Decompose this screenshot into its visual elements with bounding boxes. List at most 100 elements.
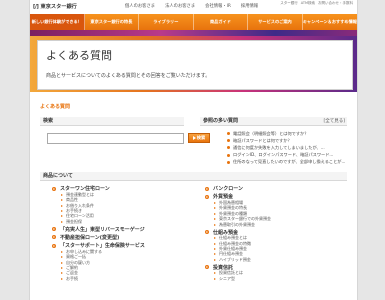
products-title-label: 商品について: [43, 173, 73, 179]
product-sub-link[interactable]: 預金担保: [52, 219, 197, 224]
faq-item[interactable]: 通信に何度か失敗を入力してしまいましたが、...: [227, 144, 347, 151]
caret-right-icon: [61, 193, 63, 196]
caret-right-icon: [214, 277, 216, 280]
caret-right-icon: [61, 215, 63, 218]
logo-mark: [/]: [33, 3, 39, 10]
bullet-icon: [227, 153, 230, 157]
faq-list: 電話照会（明細照会等）とは何ですか？ 暗証パスワードとは何ですか？ 通信に何度か…: [227, 130, 347, 166]
caret-right-icon: [61, 220, 63, 223]
arrow-right-icon: [205, 186, 209, 191]
top-link-recruit[interactable]: 採用情報: [241, 3, 258, 9]
product-category[interactable]: 不動産担保ローン(変更型): [52, 234, 197, 241]
products-right-column: バンクローン 外貨預金 外国為替相場 外貨預金の特長 外貨預金の種類 東京スター銀行での外…: [205, 184, 345, 281]
product-category-label: バンクローン: [213, 186, 244, 193]
product-category-label: 不動産担保ローン(変更型): [60, 234, 120, 241]
product-category[interactable]: バンクローン: [205, 185, 345, 192]
top-link-company-ir[interactable]: 会社情報・IR: [205, 3, 231, 9]
product-category[interactable]: 「充実人生」東型リバースモーゲージ: [52, 226, 197, 233]
caret-right-icon: [61, 250, 63, 253]
search-input[interactable]: [47, 133, 184, 144]
arrow-right-icon: [52, 235, 56, 240]
caret-right-icon: [61, 272, 63, 275]
search-section-title: 検索: [40, 117, 184, 126]
global-nav: 新しい銀行体験ができる！ 東京スター銀行の特長 ライブラリー 商品ガイド サービ…: [30, 14, 357, 30]
utility-link-star[interactable]: スター銀行: [280, 1, 298, 6]
caret-right-icon: [61, 277, 63, 280]
nav-item-campaign[interactable]: キャンペーン＆おすすめ情報: [303, 14, 357, 30]
caret-right-icon: [61, 210, 63, 213]
caret-right-icon: [214, 242, 216, 245]
caret-right-icon: [214, 247, 216, 250]
arrow-right-icon: [205, 194, 209, 199]
product-sub-label: 預金担保: [66, 218, 82, 224]
nav-item-product-guide[interactable]: 商品ガイド: [194, 14, 249, 30]
bullet-icon: [227, 160, 230, 164]
top-link-personal[interactable]: 個人のお客さま: [125, 3, 155, 9]
faq-item-label: 電話照会（明細照会等）とは何ですか？: [233, 130, 309, 136]
caret-right-icon: [214, 223, 216, 226]
logo-name: 東京スター銀行: [40, 4, 77, 10]
arrow-right-icon: [52, 243, 56, 248]
faq-item-label: 通信に何度か失敗を入力してしまいましたが、...: [233, 144, 325, 150]
faq-more-link[interactable]: [全て見る]: [323, 117, 345, 126]
logo[interactable]: [/] 東京スター銀行: [33, 3, 77, 11]
bullet-icon: [227, 132, 230, 136]
arrow-right-icon: [205, 265, 209, 270]
faq-item-label: ログインID、ログインパスワード、暗証パスワード...: [233, 152, 334, 158]
top-links: 個人のお客さま 法人のお客さま 会社情報・IR 採用情報: [125, 3, 258, 9]
caret-right-icon: [61, 256, 63, 259]
caret-right-icon: [61, 266, 63, 269]
nav-item-new-experience[interactable]: 新しい銀行体験ができる！: [30, 14, 85, 30]
faq-item-label: 暗証パスワードとは何ですか？: [233, 137, 292, 143]
product-sub-label: ハイブリッド預金: [219, 256, 251, 262]
caret-right-icon: [61, 199, 63, 202]
hero-banner: よくある質問 商品とサービスについてのよくある質問とその回答をご覧いただけます。: [30, 36, 357, 92]
product-sub-link[interactable]: お手続: [52, 276, 197, 281]
page-container: [/] 東京スター銀行 個人のお客さま 法人のお客さま 会社情報・IR 採用情報…: [29, 0, 358, 300]
bullet-icon: [227, 139, 230, 143]
search-button-label: 検索: [196, 135, 206, 140]
product-sub-label: 為替取引の外貨預金: [219, 221, 255, 227]
top-link-corporate[interactable]: 法人のお客さま: [165, 3, 195, 9]
top-bar: [/] 東京スター銀行 個人のお客さま 法人のお客さま 会社情報・IR 採用情報…: [30, 0, 357, 14]
utility-links: スター銀行 ATM検索 お問い合わせ・手数料: [280, 1, 353, 6]
utility-link-contact[interactable]: お問い合わせ・手数料: [318, 1, 353, 6]
breadcrumb[interactable]: よくある質問: [40, 103, 70, 110]
faq-item[interactable]: 暗証パスワードとは何ですか？: [227, 137, 347, 144]
search-button[interactable]: 検索: [188, 133, 210, 143]
page-description: 商品とサービスについてのよくある質問とその回答をご覧いただけます。: [46, 73, 211, 79]
faq-item[interactable]: 住所のなって見直したいのですが、全部申し換えることが...: [227, 159, 347, 166]
caret-right-icon: [214, 258, 216, 261]
product-sub-link[interactable]: シニア型: [205, 276, 345, 281]
nav-item-services[interactable]: サービスのご案内: [248, 14, 303, 30]
utility-link-atm[interactable]: ATM検索: [301, 1, 315, 6]
arrow-right-icon: [52, 227, 56, 232]
page-title: よくある質問: [46, 49, 112, 62]
bullet-icon: [227, 146, 230, 150]
caret-right-icon: [214, 237, 216, 240]
products-section-title: 商品について: [40, 172, 347, 181]
faq-item-label: 住所のなって見直したいのですが、全部申し換えることが...: [233, 159, 346, 165]
arrow-right-icon: [205, 230, 209, 235]
product-sub-link[interactable]: 為替取引の外貨預金: [205, 222, 345, 227]
arrow-right-icon: [192, 135, 196, 141]
caret-right-icon: [214, 212, 216, 215]
faq-section-title: 参照の多い質問 [全て見る]: [200, 117, 347, 126]
product-category-label: 「充実人生」東型リバースモーゲージ: [60, 226, 145, 233]
product-sub-link[interactable]: ハイブリッド預金: [205, 257, 345, 262]
caret-right-icon: [214, 207, 216, 210]
faq-item[interactable]: ログインID、ログインパスワード、暗証パスワード...: [227, 152, 347, 159]
caret-right-icon: [214, 272, 216, 275]
nav-item-library[interactable]: ライブラリー: [139, 14, 194, 30]
caret-right-icon: [214, 218, 216, 221]
faq-item[interactable]: 電話照会（明細照会等）とは何ですか？: [227, 130, 347, 137]
faq-title-label: 参照の多い質問: [203, 118, 239, 124]
nav-item-features[interactable]: 東京スター銀行の特長: [85, 14, 140, 30]
caret-right-icon: [214, 202, 216, 205]
arrow-right-icon: [52, 186, 56, 191]
search-title-label: 検索: [43, 118, 54, 124]
caret-right-icon: [61, 204, 63, 207]
hero-panel: よくある質問 商品とサービスについてのよくある質問とその回答をご覧いただけます。: [37, 40, 353, 90]
products-left-column: スターワン住宅ローン 預金連動型とは 商品性 お借り入れ条件 お手続き 住宅ローン活用 預金…: [52, 184, 197, 281]
caret-right-icon: [61, 261, 63, 264]
